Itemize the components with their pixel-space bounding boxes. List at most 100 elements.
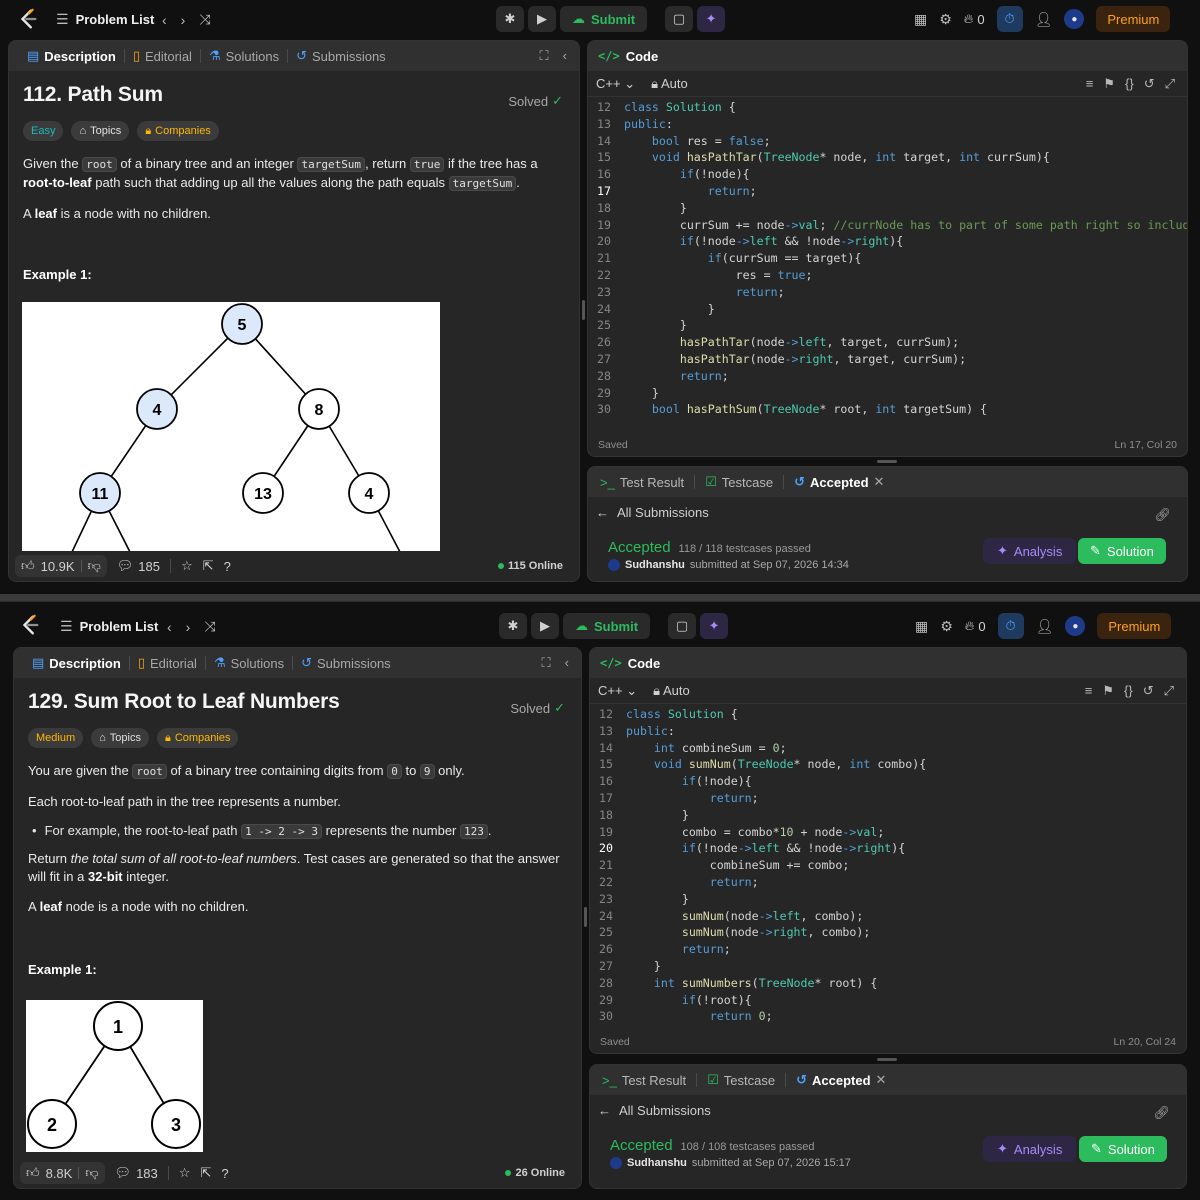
code-line[interactable]: 24 sumNum(node->left, combo); bbox=[590, 908, 1186, 925]
code-line[interactable]: 13 public: bbox=[590, 723, 1186, 740]
bookmark-icon[interactable]: ⚑ bbox=[1102, 683, 1114, 699]
format-icon[interactable]: ≡ bbox=[1085, 683, 1093, 699]
code-line[interactable]: 15 void hasPathTar(TreeNode* node, int t… bbox=[588, 149, 1187, 166]
format-icon[interactable]: ≡ bbox=[1086, 76, 1094, 92]
comments-button[interactable]: 💬︎ 185 bbox=[117, 558, 160, 574]
code-line[interactable]: 13 public: bbox=[588, 116, 1187, 133]
settings-gear-icon[interactable]: ⚙ bbox=[940, 613, 953, 639]
code-line[interactable]: 17 return; bbox=[590, 790, 1186, 807]
ai-sparkle-icon[interactable]: ✦ bbox=[700, 613, 729, 639]
vertical-resize-handle[interactable] bbox=[584, 907, 587, 927]
run-icon[interactable]: ▶ bbox=[531, 613, 559, 639]
vertical-resize-handle[interactable] bbox=[582, 300, 585, 320]
timer-icon[interactable]: ⏱ bbox=[996, 6, 1023, 32]
comments-button[interactable]: 💬︎ 183 bbox=[115, 1165, 158, 1181]
collapse-icon[interactable]: ‹ bbox=[565, 655, 569, 671]
tab-editorial[interactable]: ▯ Editorial bbox=[125, 48, 200, 64]
add-user-icon[interactable]: 👤︎ bbox=[1036, 613, 1054, 639]
code-line[interactable]: 20 if(!node->left && !node->right){ bbox=[588, 233, 1187, 250]
settings-gear-icon[interactable]: ⚙ bbox=[939, 6, 952, 32]
analysis-button[interactable]: ✦ Analysis bbox=[983, 538, 1077, 564]
tab-submissions[interactable]: ↺ Submissions bbox=[293, 655, 399, 671]
code-line[interactable]: 29 if(!root){ bbox=[590, 992, 1186, 1009]
tab-solutions[interactable]: ⚗ Solutions bbox=[206, 655, 292, 671]
favorite-star-icon[interactable]: ☆ bbox=[181, 558, 193, 574]
code-line[interactable]: 27 } bbox=[590, 958, 1186, 975]
tab-description[interactable]: ▤ Description bbox=[19, 48, 124, 64]
all-submissions-link[interactable]: ← All Submissions bbox=[598, 1103, 711, 1118]
code-line[interactable]: 23 } bbox=[590, 891, 1186, 908]
code-line[interactable]: 19 combo = combo*10 + node->val; bbox=[590, 824, 1186, 841]
code-line[interactable]: 12 class Solution { bbox=[588, 99, 1187, 116]
tab-test-result[interactable]: >_ Test Result bbox=[596, 475, 688, 490]
expand-icon[interactable]: ⛶ bbox=[540, 48, 549, 64]
reset-icon[interactable]: ↺ bbox=[1143, 683, 1154, 699]
code-line[interactable]: 28 int sumNumbers(TreeNode* root) { bbox=[590, 975, 1186, 992]
reset-icon[interactable]: ↺ bbox=[1144, 76, 1155, 92]
collapse-icon[interactable]: ‹ bbox=[563, 48, 567, 64]
code-line[interactable]: 30 bool hasPathSum(TreeNode* root, int t… bbox=[588, 401, 1187, 418]
horizontal-resize-handle[interactable] bbox=[877, 1058, 897, 1061]
tab-testcase[interactable]: ☑ Testcase bbox=[703, 1072, 779, 1088]
code-line[interactable]: 21 combineSum += combo; bbox=[590, 857, 1186, 874]
braces-icon[interactable]: {} bbox=[1124, 683, 1133, 699]
timer-icon[interactable]: ⏱ bbox=[997, 613, 1024, 639]
layout-icon[interactable]: ▦ bbox=[914, 6, 927, 32]
like-dislike-group[interactable]: 👍︎ 8.8K 👎︎ bbox=[20, 1162, 105, 1184]
prev-problem-icon[interactable]: ‹ bbox=[162, 12, 167, 28]
prev-problem-icon[interactable]: ‹ bbox=[167, 619, 172, 635]
code-line[interactable]: 12 class Solution { bbox=[590, 706, 1186, 723]
code-line[interactable]: 28 return; bbox=[588, 368, 1187, 385]
favorite-star-icon[interactable]: ☆ bbox=[179, 1165, 191, 1181]
help-icon[interactable]: ? bbox=[224, 559, 231, 574]
tab-solutions[interactable]: ⚗ Solutions bbox=[201, 48, 287, 64]
premium-button[interactable]: Premium bbox=[1096, 6, 1171, 32]
solution-button[interactable]: ✎ Solution bbox=[1078, 538, 1166, 564]
code-editor[interactable]: 12 class Solution {13 public: 14 bool res =… bbox=[588, 99, 1187, 434]
bookmark-icon[interactable]: ⚑ bbox=[1103, 76, 1115, 92]
tab-accepted[interactable]: ↺ Accepted ✕ bbox=[790, 474, 888, 490]
avatar[interactable]: ● bbox=[1064, 9, 1085, 29]
code-line[interactable]: 15 void sumNum(TreeNode* node, int combo… bbox=[590, 756, 1186, 773]
debug-icon[interactable]: ✱ bbox=[499, 613, 527, 639]
code-line[interactable]: 16 if(!node){ bbox=[590, 773, 1186, 790]
code-line[interactable]: 25 sumNum(node->right, combo); bbox=[590, 924, 1186, 941]
code-line[interactable]: 17 return; bbox=[588, 183, 1187, 200]
code-line[interactable]: 14 bool res = false; bbox=[588, 133, 1187, 150]
tab-description[interactable]: ▤ Description bbox=[24, 655, 129, 671]
difficulty-badge[interactable]: Medium bbox=[28, 728, 84, 748]
tab-submissions[interactable]: ↺ Submissions bbox=[288, 48, 394, 64]
code-line[interactable]: 20 if(!node->left && !node->right){ bbox=[590, 840, 1186, 857]
solution-button[interactable]: ✎ Solution bbox=[1079, 1136, 1167, 1162]
streak-counter[interactable]: 🔥︎ 0 bbox=[965, 613, 986, 639]
link-icon[interactable]: 🔗︎ bbox=[1153, 1105, 1170, 1121]
tab-testcase[interactable]: ☑ Testcase bbox=[701, 474, 777, 490]
braces-icon[interactable]: {} bbox=[1125, 76, 1134, 92]
notes-icon[interactable]: ▢ bbox=[668, 613, 697, 639]
companies-tag[interactable]: 🔒︎ Companies bbox=[137, 121, 219, 141]
problem-list-button[interactable]: ☰ Problem List bbox=[56, 11, 154, 28]
code-line[interactable]: 18 } bbox=[590, 807, 1186, 824]
code-editor[interactable]: 12 class Solution {13 public: 14 int combin… bbox=[590, 706, 1186, 1031]
code-line[interactable]: 21 if(currSum == target){ bbox=[588, 250, 1187, 267]
submit-button[interactable]: ☁ Submit bbox=[563, 613, 651, 639]
code-line[interactable]: 30 return 0; bbox=[590, 1008, 1186, 1025]
link-icon[interactable]: 🔗︎ bbox=[1154, 507, 1171, 523]
code-line[interactable]: 27 hasPathTar(node->right, target, currS… bbox=[588, 351, 1187, 368]
help-icon[interactable]: ? bbox=[221, 1166, 228, 1181]
expand-icon[interactable]: ⛶ bbox=[542, 655, 551, 671]
shuffle-icon[interactable]: ⤨ bbox=[199, 11, 210, 28]
avatar[interactable]: ● bbox=[1065, 616, 1086, 636]
auto-mode[interactable]: 🔒︎ Auto bbox=[651, 76, 688, 92]
code-line[interactable]: 14 int combineSum = 0; bbox=[590, 740, 1186, 757]
leetcode-logo-icon[interactable] bbox=[17, 8, 39, 30]
tab-test-result[interactable]: >_ Test Result bbox=[598, 1073, 690, 1088]
code-line[interactable]: 24 } bbox=[588, 301, 1187, 318]
share-icon[interactable]: ⇱ bbox=[200, 1165, 211, 1181]
add-user-icon[interactable]: 👤︎ bbox=[1035, 6, 1053, 32]
fullscreen-icon[interactable]: ⤢ bbox=[1164, 683, 1174, 699]
premium-button[interactable]: Premium bbox=[1097, 613, 1172, 639]
next-problem-icon[interactable]: › bbox=[186, 619, 191, 635]
code-line[interactable]: 19 currSum += node->val; //currNode has … bbox=[588, 217, 1187, 234]
tab-accepted[interactable]: ↺ Accepted ✕ bbox=[792, 1072, 890, 1088]
